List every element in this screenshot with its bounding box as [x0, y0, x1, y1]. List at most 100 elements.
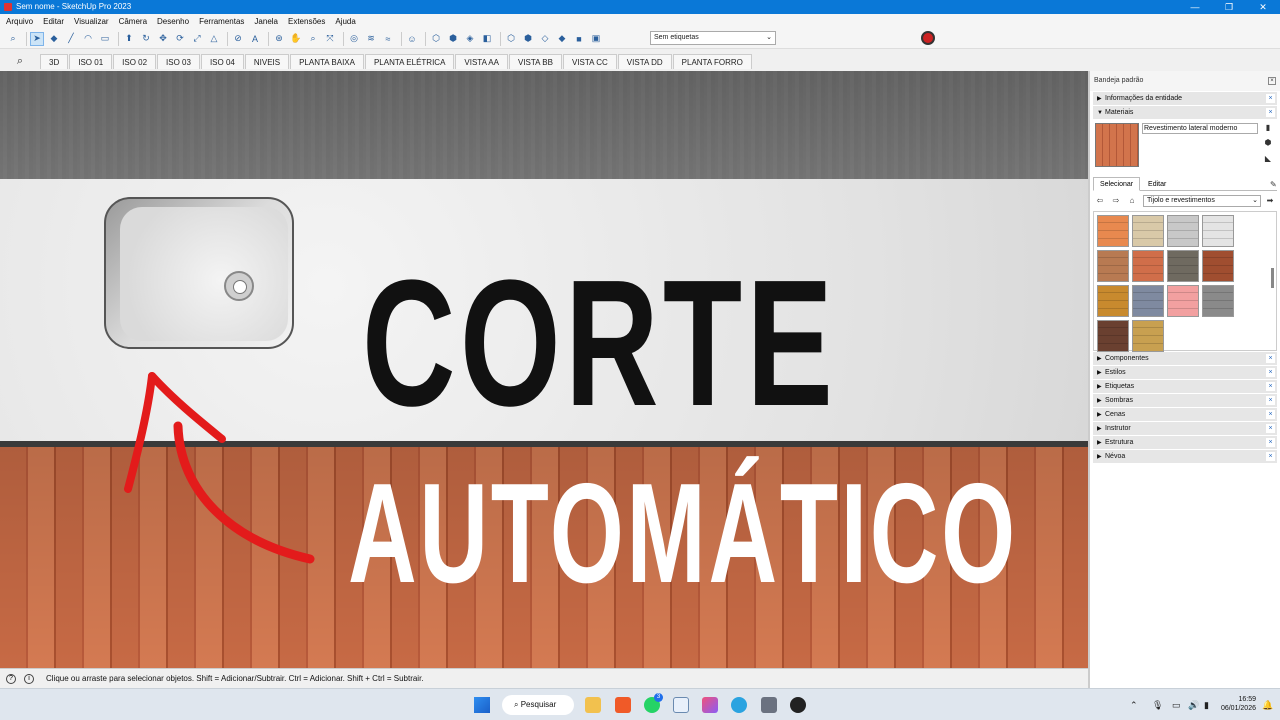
follow-me-tool-icon[interactable]: ↻ [139, 32, 153, 46]
section-nevoa[interactable]: ▶ Névoa × [1093, 450, 1277, 463]
scene-tab-planta-forro[interactable]: PLANTA FORRO [672, 54, 752, 69]
eraser-tool-icon[interactable]: ◆ [47, 32, 61, 46]
battery-icon[interactable]: ▮ [1204, 700, 1209, 711]
scrollbar-thumb[interactable] [1271, 268, 1274, 288]
section-componentes[interactable]: ▶ Componentes × [1093, 352, 1277, 365]
close-icon[interactable]: × [1266, 410, 1275, 419]
copilot-icon[interactable] [702, 697, 718, 713]
material-swatch-item[interactable] [1097, 285, 1129, 317]
menu-camera[interactable]: Câmera [119, 14, 147, 29]
close-icon[interactable]: × [1266, 354, 1275, 363]
hidden-line-style-icon[interactable]: ◇ [538, 32, 552, 46]
menu-ajuda[interactable]: Ajuda [335, 14, 355, 29]
material-swatch-item[interactable] [1132, 215, 1164, 247]
model-viewport[interactable]: CORTE AUTOMÁTICO [0, 71, 1088, 668]
tag-select[interactable]: Sem etiquetas ⌄ [650, 31, 776, 45]
view-right-icon[interactable]: ◧ [480, 32, 494, 46]
material-swatch-item[interactable] [1097, 215, 1129, 247]
scene-tab-iso-03[interactable]: ISO 03 [157, 54, 200, 69]
scene-tab-3d[interactable]: 3D [40, 54, 69, 69]
close-button[interactable]: ✕ [1246, 0, 1280, 14]
scene-tab-vista-aa[interactable]: VISTA AA [455, 54, 508, 69]
sketchup-taskbar-icon[interactable] [673, 697, 689, 713]
telegram-icon[interactable] [731, 697, 747, 713]
material-swatch-item[interactable] [1132, 285, 1164, 317]
scene-tab-iso-02[interactable]: ISO 02 [113, 54, 157, 69]
section-sombras[interactable]: ▶ Sombras × [1093, 394, 1277, 407]
close-icon[interactable]: × [1268, 77, 1276, 85]
scene-tab-planta-baixa[interactable]: PLANTA BAIXA [290, 54, 364, 69]
select-tool-icon[interactable]: ➤ [30, 31, 44, 46]
geolocation-icon[interactable]: ? [6, 674, 16, 684]
material-swatch-item[interactable] [1097, 320, 1129, 352]
section-instrutor[interactable]: ▶ Instrutor × [1093, 422, 1277, 435]
menu-visualizar[interactable]: Visualizar [74, 14, 109, 29]
material-swatch[interactable] [1095, 123, 1139, 167]
warehouse-icon[interactable]: ◎ [347, 32, 361, 46]
close-icon[interactable]: × [1266, 396, 1275, 405]
forward-arrow-icon[interactable]: ⇨ [1111, 196, 1121, 206]
default-material-icon[interactable]: ◣ [1263, 154, 1273, 164]
scene-tab-vista-bb[interactable]: VISTA BB [508, 54, 562, 69]
scene-tab-vista-dd[interactable]: VISTA DD [617, 54, 672, 69]
section-estilos[interactable]: ▶ Estilos × [1093, 366, 1277, 379]
orbit-tool-icon[interactable]: ⊛ [272, 32, 286, 46]
home-icon[interactable]: ⌂ [1127, 196, 1137, 206]
account-icon[interactable]: ☺ [405, 32, 419, 46]
close-icon[interactable]: × [1266, 94, 1275, 103]
library-select[interactable]: Tijolo e revestimentos ⌄ [1143, 195, 1261, 207]
section-estrutura[interactable]: ▶ Estrutura × [1093, 436, 1277, 449]
notifications-bell-icon[interactable]: 🔔 [1262, 700, 1273, 711]
monochrome-style-icon[interactable]: ▣ [589, 32, 603, 46]
display-secondary-icon[interactable]: ▮ [1263, 123, 1273, 133]
zoom-extents-tool-icon[interactable]: ⤧ [323, 32, 337, 46]
section-etiquetas[interactable]: ▶ Etiquetas × [1093, 380, 1277, 393]
rotate-tool-icon[interactable]: ⟳ [173, 32, 187, 46]
search-icon[interactable]: ⌕ [0, 55, 40, 68]
scene-tab-iso-01[interactable]: ISO 01 [69, 54, 113, 69]
material-swatch-item[interactable] [1202, 285, 1234, 317]
menu-ferramentas[interactable]: Ferramentas [199, 14, 244, 29]
chevron-up-icon[interactable]: ⌃ [1130, 700, 1138, 711]
view-top-icon[interactable]: ⬢ [446, 32, 460, 46]
material-swatch-item[interactable] [1167, 285, 1199, 317]
close-icon[interactable]: × [1266, 438, 1275, 447]
info-icon[interactable]: i [24, 674, 34, 684]
settings-gear-icon[interactable] [761, 697, 777, 713]
volume-icon[interactable]: 🔊 [1188, 700, 1199, 711]
extension-icon[interactable]: ≋ [364, 32, 378, 46]
sandbox-icon[interactable]: ≈ [381, 32, 395, 46]
arc-tool-icon[interactable]: ◠ [81, 32, 95, 46]
minimize-button[interactable]: — [1178, 0, 1212, 14]
tab-editar[interactable]: Editar [1142, 178, 1172, 192]
scene-tab-iso-04[interactable]: ISO 04 [200, 54, 244, 69]
scene-tab-niveis[interactable]: NIVEIS [244, 54, 290, 69]
offset-tool-icon[interactable]: △ [207, 32, 221, 46]
material-swatch-item[interactable] [1097, 250, 1129, 282]
material-swatch-item[interactable] [1202, 250, 1234, 282]
menu-arquivo[interactable]: Arquivo [6, 14, 33, 29]
taskbar-search[interactable]: ⌕ Pesquisar [502, 695, 574, 715]
shaded-style-icon[interactable]: ◆ [555, 32, 569, 46]
obs-studio-icon[interactable] [790, 697, 806, 713]
eyedropper-icon[interactable]: ✎ [1264, 178, 1277, 192]
line-tool-icon[interactable]: ╱ [64, 32, 78, 46]
material-swatch-item[interactable] [1202, 215, 1234, 247]
close-icon[interactable]: × [1266, 368, 1275, 377]
view-iso-icon[interactable]: ⬡ [429, 32, 443, 46]
tape-measure-tool-icon[interactable]: ⊘ [231, 32, 245, 46]
close-icon[interactable]: × [1266, 108, 1275, 117]
zoom-tool-icon[interactable]: ⌕ [306, 32, 320, 46]
maximize-button[interactable]: ❐ [1212, 0, 1246, 14]
wireframe-style-icon[interactable]: ⬢ [521, 32, 535, 46]
close-icon[interactable]: × [1266, 382, 1275, 391]
clock[interactable]: 16:59 06/01/2026 [1221, 695, 1256, 713]
section-entity-info[interactable]: ▶ Informações da entidade × [1093, 92, 1277, 105]
material-swatch-item[interactable] [1132, 320, 1164, 352]
material-swatch-item[interactable] [1167, 215, 1199, 247]
search-tool-icon[interactable]: ⌕ [6, 32, 20, 46]
create-material-icon[interactable]: ⬢ [1263, 138, 1273, 148]
menu-extensoes[interactable]: Extensões [288, 14, 325, 29]
scene-tab-vista-cc[interactable]: VISTA CC [562, 54, 617, 69]
move-tool-icon[interactable]: ✥ [156, 32, 170, 46]
